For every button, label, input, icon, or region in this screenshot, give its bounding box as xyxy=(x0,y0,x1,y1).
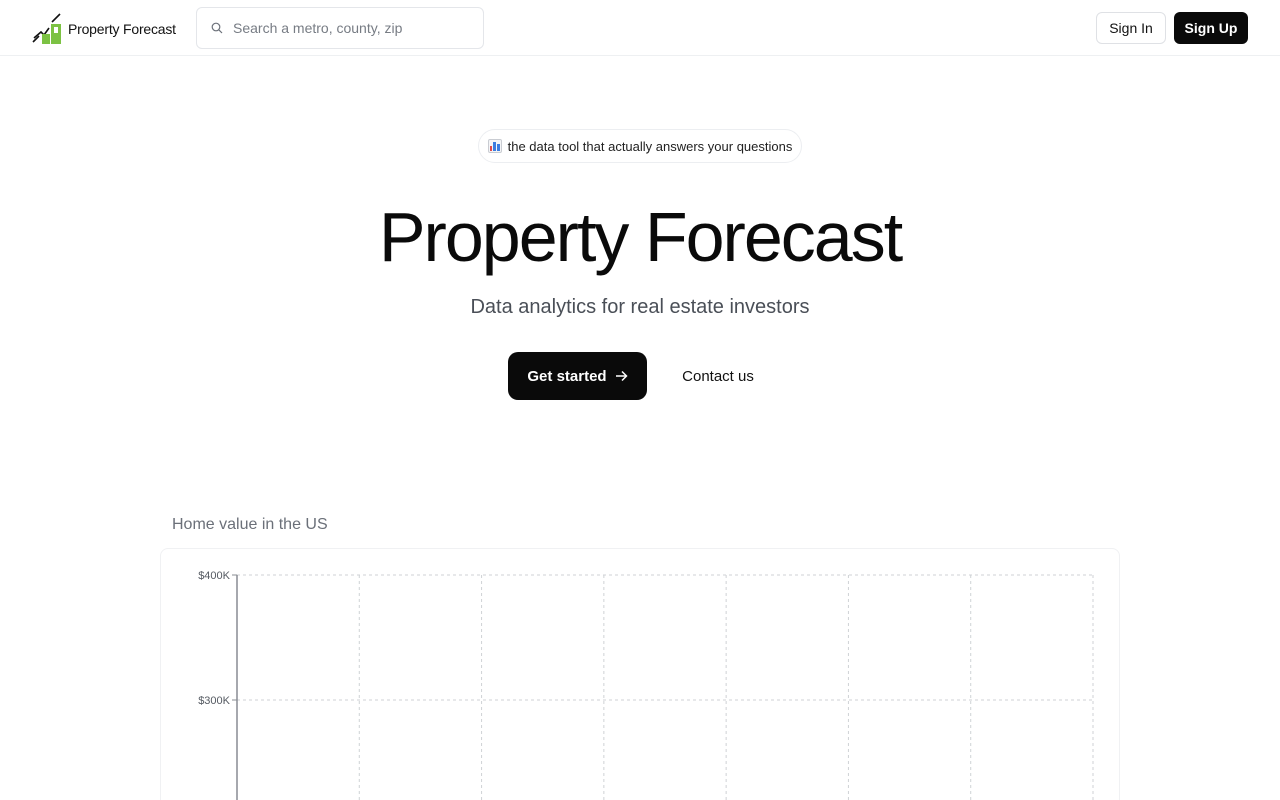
logo-link[interactable]: Property Forecast xyxy=(32,12,176,46)
arrow-right-icon xyxy=(615,370,628,382)
tagline-pill: the data tool that actually answers your… xyxy=(478,129,802,163)
page-subtitle: Data analytics for real estate investors xyxy=(470,296,810,318)
sign-up-button[interactable]: Sign Up xyxy=(1174,12,1248,44)
page-title: Property Forecast xyxy=(378,198,903,276)
tagline-text: the data tool that actually answers your… xyxy=(507,138,793,154)
property-forecast-logo-icon xyxy=(32,13,61,44)
search-box[interactable] xyxy=(196,7,484,49)
y-axis-tick-label: $300K xyxy=(198,695,230,707)
chart-title: Home value in the US xyxy=(172,516,328,533)
logo-text: Property Forecast xyxy=(68,21,176,37)
get-started-label: Get started xyxy=(527,367,607,385)
contact-us-link[interactable]: Contact us xyxy=(668,352,768,400)
search-input[interactable] xyxy=(233,20,463,36)
home-value-chart: $400K $300K xyxy=(160,548,1120,800)
get-started-button[interactable]: Get started xyxy=(508,352,647,400)
search-icon xyxy=(211,22,223,34)
bar-chart-icon xyxy=(487,139,502,153)
y-axis-tick-label: $400K xyxy=(198,570,230,582)
sign-in-button[interactable]: Sign In xyxy=(1096,12,1166,44)
chart-plot-area: $400K $300K xyxy=(198,570,1094,800)
top-navigation-bar: Property Forecast Sign In Sign Up xyxy=(0,0,1280,56)
